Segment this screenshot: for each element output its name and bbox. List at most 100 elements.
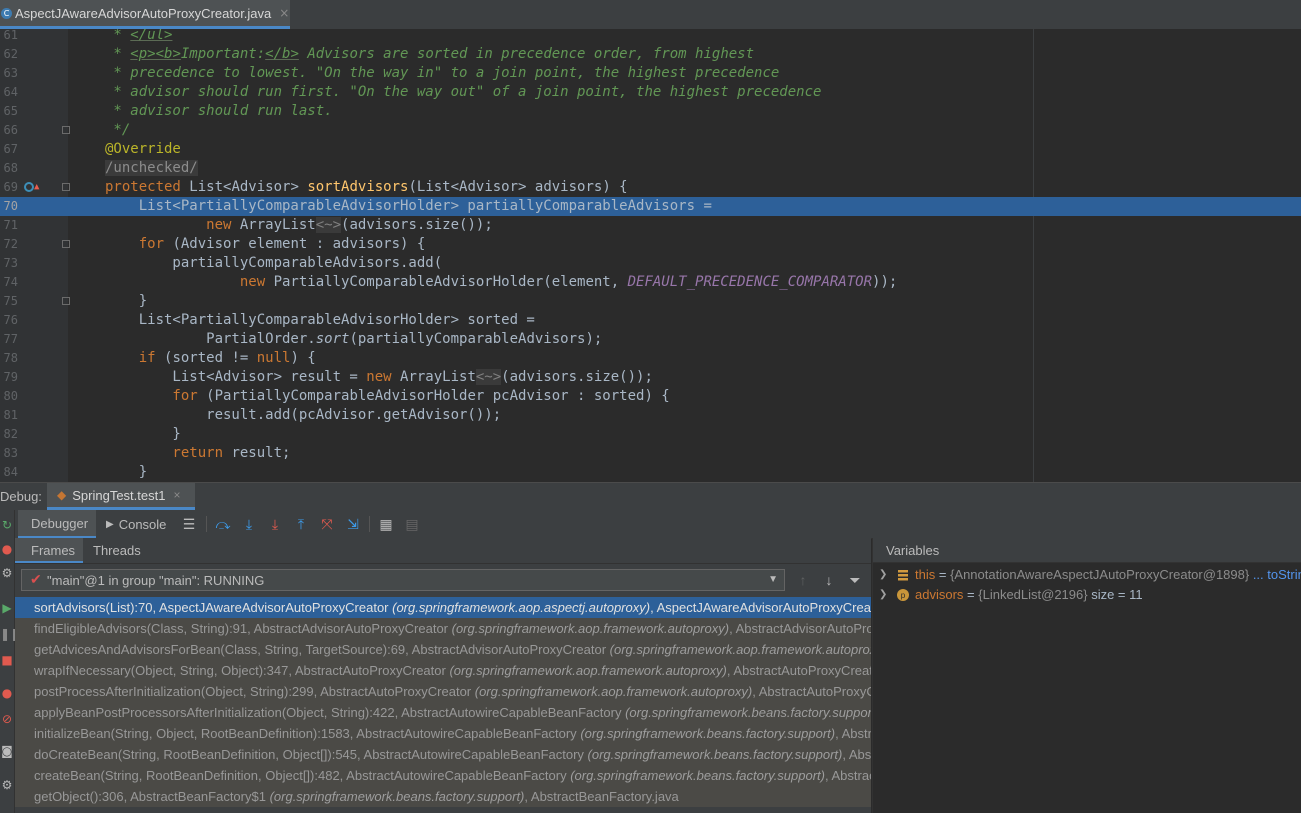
arrow-up-icon[interactable]: ↑ [795,571,811,589]
code-token: return [105,445,232,461]
code-line[interactable]: 73 partiallyComparableAdvisors.add( [0,254,1301,273]
code-line[interactable]: 80 for (PartiallyComparableAdvisorHolder… [0,387,1301,406]
frame-row[interactable]: doCreateBean(String, RootBeanDefinition,… [15,744,871,765]
code-line[interactable]: 77 PartialOrder.sort(partiallyComparable… [0,330,1301,349]
line-number: 68 [3,161,18,175]
fold-marker-icon[interactable] [62,183,70,191]
code-line[interactable]: 76 List<PartiallyComparableAdvisorHolder… [0,311,1301,330]
frame-package: (org.springframework.beans.factory.suppo… [570,768,825,783]
code-line[interactable]: 66 */ [0,121,1301,140]
menu-icon[interactable]: ☰ [180,515,198,533]
gear-icon[interactable]: ⚙ [0,778,14,792]
code-text: } [105,292,147,311]
code-line[interactable]: 62 * <p><b>Important:</b> Advisors are s… [0,45,1301,64]
code-token: )); [872,274,898,290]
frame-text: findEligibleAdvisors(Class, String):91, … [34,618,871,639]
close-icon[interactable]: × [279,6,289,20]
close-icon[interactable]: × [173,488,180,502]
test-run-icon: ◆ [57,488,67,502]
frame-row[interactable]: initializeBean(String, Object, RootBeanD… [15,723,871,744]
drop-frame-icon[interactable]: ⤧ [318,515,336,533]
line-number: 62 [3,47,18,61]
frame-row[interactable]: wrapIfNecessary(Object, String, Object):… [15,660,871,681]
variable-row[interactable]: ❯ p advisors = {LinkedList@2196} size = 11 [873,585,1301,605]
chevron-right-icon[interactable]: ❯ [879,565,887,585]
fold-marker-icon[interactable] [62,126,70,134]
code-line[interactable]: 79 List<Advisor> result = new ArrayList<… [0,368,1301,387]
rerun-icon[interactable]: ↻ [0,518,14,532]
code-line[interactable]: 68/unchecked/ [0,159,1301,178]
frame-row[interactable]: applyBeanPostProcessorsAfterInitializati… [15,702,871,723]
editor-tab-active[interactable]: C AspectJAwareAdvisorAutoProxyCreator.ja… [0,0,290,29]
line-number: 74 [3,275,18,289]
code-text: for (PartiallyComparableAdvisorHolder pc… [105,387,669,406]
step-out-icon[interactable]: ⤒ [292,515,310,533]
pause-icon[interactable]: ❚❚ [0,627,20,641]
camera-icon[interactable]: ◙ [0,744,14,758]
code-line[interactable]: 81 result.add(pcAdvisor.getAdvisor()); [0,406,1301,425]
resume-icon[interactable]: ▶ [0,601,14,615]
stop-icon[interactable]: ■ [0,653,14,667]
tab-threads[interactable]: Threads [93,538,153,563]
code-token: List<PartiallyComparableAdvisorHolder> s… [105,312,535,328]
frame-package: (org.springframework.beans.factory.suppo… [587,747,843,762]
frame-row[interactable]: sortAdvisors(List):70, AspectJAwareAdvis… [15,597,871,618]
frame-method: sortAdvisors(List):70, AspectJAwareAdvis… [34,600,393,615]
override-marker-icon[interactable] [24,182,34,192]
frame-row[interactable]: getObject():306, AbstractBeanFactory$1 (… [15,786,871,807]
variable-row[interactable]: ❯ this = {AnnotationAwareAspectJAutoProxy… [873,565,1301,585]
tab-debugger[interactable]: Debugger [18,510,96,538]
code-line[interactable]: 71 new ArrayList<~>(advisors.size()); [0,216,1301,235]
force-step-into-icon[interactable]: ⤓ [266,515,284,533]
code-line[interactable]: 69 ▲ protected List<Advisor> sortAdvisors(… [0,178,1301,197]
step-over-icon[interactable]: ⤼ [214,515,232,533]
tab-frames[interactable]: Frames [15,538,83,563]
to-string-link[interactable]: ... toString() [1249,567,1301,582]
arrow-down-icon[interactable]: ↓ [821,571,837,589]
code-token: PartiallyComparableAdvisorHolder(element… [273,274,628,290]
code-line[interactable]: 72 for (Advisor element : advisors) { [0,235,1301,254]
frame-row[interactable]: createBean(String, RootBeanDefinition, O… [15,765,871,786]
code-line[interactable]: 61 * </ul> [0,29,1301,45]
code-token: DEFAULT_PRECEDENCE_COMPARATOR [627,274,873,290]
code-token: for [105,388,207,404]
chevron-right-icon[interactable]: ❯ [879,585,887,605]
frame-row[interactable]: findEligibleAdvisors(Class, String):91, … [15,618,871,639]
code-token: } [105,464,148,480]
thread-selector[interactable]: ✔ "main"@1 in group "main": RUNNING ▼ [21,569,785,591]
settings-icon[interactable]: ⚙ [0,566,14,580]
fold-marker-icon[interactable] [62,240,70,248]
trace-icon[interactable]: ▤ [403,515,421,533]
code-token: ArrayList [239,217,316,233]
variable-size: size = 11 [1087,587,1143,602]
code-line[interactable]: 84 } [0,463,1301,482]
view-breakpoints-icon[interactable]: ● [0,686,14,700]
code-line[interactable]: 70 List<PartiallyComparableAdvisorHolder… [0,197,1301,216]
code-line[interactable]: 65 * advisor should run last. [0,102,1301,121]
line-number: 77 [3,332,18,346]
code-line[interactable]: 82 } [0,425,1301,444]
code-line[interactable]: 64 * advisor should run first. "On the w… [0,83,1301,102]
code-line[interactable]: 67 @Override [0,140,1301,159]
modify-run-config-icon[interactable]: ● [0,542,14,556]
code-line[interactable]: 63 * precedence to lowest. "On the way i… [0,64,1301,83]
run-config-tab[interactable]: ◆ SpringTest.test1 × [47,483,195,510]
filter-icon[interactable]: ⏷ [847,571,863,589]
code-line[interactable]: 78 if (sorted != null) { [0,349,1301,368]
code-line[interactable]: 83 return result; [0,444,1301,463]
code-line[interactable]: 75 } [0,292,1301,311]
step-into-icon[interactable]: ⤓ [240,515,258,533]
mute-breakpoints-icon[interactable]: ⊘ [0,712,14,726]
frame-row[interactable]: postProcessAfterInitialization(Object, S… [15,681,871,702]
code-token: new [239,274,274,290]
code-line[interactable]: 74 new PartiallyComparableAdvisorHolder(… [0,273,1301,292]
tab-console[interactable]: ▶ Console [106,510,176,538]
code-text: List<PartiallyComparableAdvisorHolder> s… [105,311,535,330]
code-text: * precedence to lowest. "On the way in" … [105,64,779,83]
frame-row[interactable]: getAdvicesAndAdvisorsForBean(Class, Stri… [15,639,871,660]
code-editor[interactable]: 61 * </ul> 62 * <p><b>Important:</b> Advi… [0,29,1301,482]
run-to-cursor-icon[interactable]: ⇲ [344,515,362,533]
arrow-up-icon: ▲ [34,182,40,192]
fold-marker-icon[interactable] [62,297,70,305]
evaluate-expression-icon[interactable]: ▦ [377,515,395,533]
